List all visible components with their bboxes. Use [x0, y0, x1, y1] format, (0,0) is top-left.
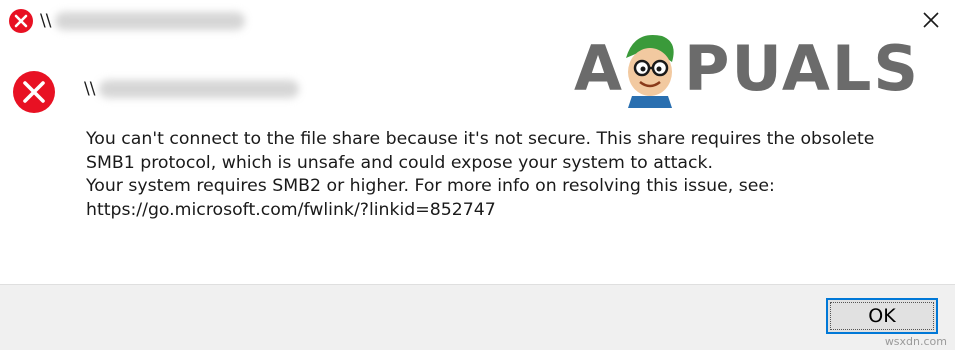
- logo-text-right: PUALS: [684, 32, 920, 105]
- error-dialog: \\ A PUALS \\ You can't connect to the f…: [0, 0, 955, 350]
- redacted-path: [99, 80, 300, 98]
- large-error-icon: [13, 71, 55, 113]
- dialog-title: \\: [40, 10, 246, 32]
- error-icon: [9, 9, 33, 33]
- message-line: SMB1 protocol, which is unsafe and could…: [86, 152, 713, 173]
- title-prefix: \\: [40, 11, 52, 31]
- button-bar: [0, 284, 955, 350]
- error-message: You can't connect to the file share beca…: [86, 128, 946, 222]
- message-line: Your system requires SMB2 or higher. For…: [86, 176, 775, 197]
- message-link: https://go.microsoft.com/fwlink/?linkid=…: [86, 199, 496, 220]
- appuals-logo: A PUALS: [574, 32, 920, 108]
- watermark: wsxdn.com: [884, 335, 947, 348]
- logo-text-left: A: [574, 32, 622, 105]
- mascot-icon: [626, 34, 674, 108]
- message-line: You can't connect to the file share beca…: [86, 129, 875, 149]
- ok-button[interactable]: OK: [826, 298, 938, 334]
- focus-outline: [830, 302, 934, 330]
- redacted-share-path: [55, 12, 246, 30]
- share-path: \\: [84, 78, 300, 100]
- path-prefix: \\: [84, 79, 96, 99]
